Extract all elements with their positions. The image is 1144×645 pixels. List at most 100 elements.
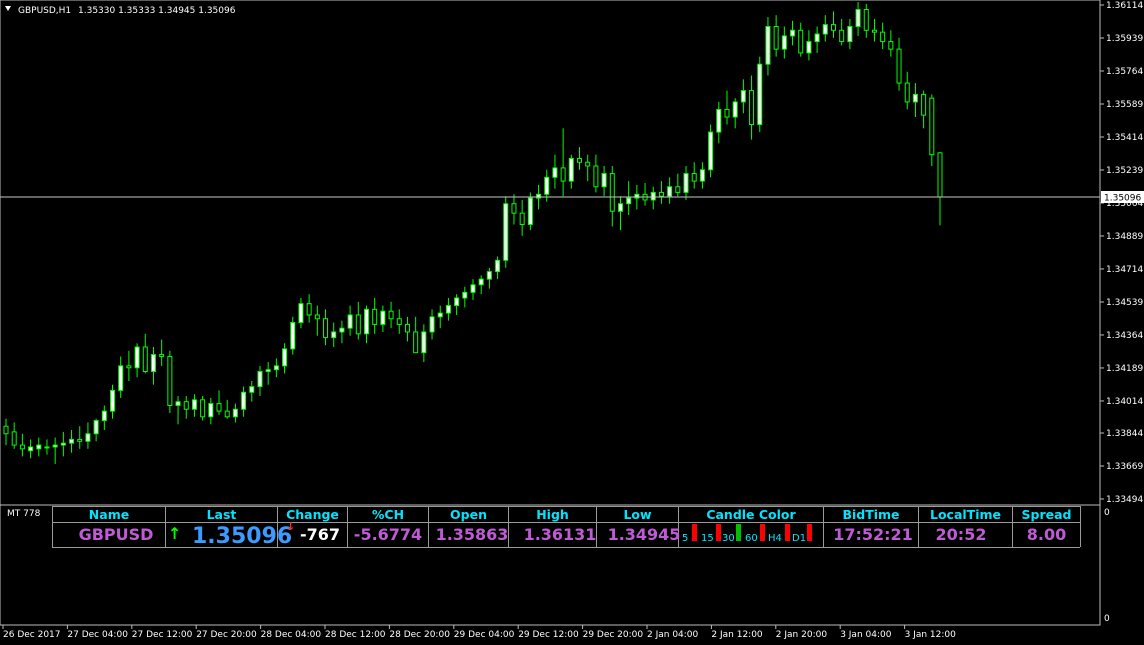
- candle-body: [298, 303, 304, 324]
- time-tick-label: 2 Jan 04:00: [647, 630, 699, 640]
- candle-color-60-bar: [760, 524, 765, 541]
- time-tick-label: 28 Dec 12:00: [325, 630, 386, 640]
- candle-body: [273, 365, 279, 371]
- candle: [3, 418, 9, 446]
- candle-body: [749, 90, 755, 126]
- candle-body: [716, 108, 722, 133]
- header-local-time: LocalTime: [930, 507, 1001, 522]
- header-open: Open: [450, 507, 487, 522]
- candle: [44, 439, 50, 455]
- candle-body: [863, 9, 869, 31]
- candle: [60, 431, 66, 457]
- candle: [790, 20, 796, 46]
- candle: [626, 181, 632, 216]
- candle-body: [609, 173, 615, 212]
- candle-body: [552, 167, 558, 178]
- candle-body: [28, 446, 34, 452]
- candle: [52, 437, 58, 464]
- candle-body: [683, 173, 689, 193]
- candle-body: [708, 131, 714, 171]
- candle: [323, 309, 329, 346]
- candle-body: [667, 186, 673, 197]
- candle: [880, 22, 886, 50]
- time-tick-label: 27 Dec 12:00: [132, 630, 193, 640]
- candle-body: [478, 278, 484, 286]
- value-local-time: 20:52: [935, 525, 987, 544]
- candle-body: [511, 203, 517, 214]
- candle: [150, 347, 156, 385]
- candle-body: [175, 401, 181, 406]
- candle: [265, 362, 271, 385]
- time-tick-label: 27 Dec 04:00: [67, 630, 128, 640]
- candle-color-h4-label: H4: [768, 533, 782, 544]
- candle: [110, 384, 116, 419]
- candle: [19, 433, 25, 457]
- candle-body: [77, 438, 83, 442]
- candle: [708, 124, 714, 178]
- chart-menu-triangle-icon[interactable]: [5, 6, 11, 11]
- candle-body: [454, 297, 460, 307]
- candle-body: [806, 41, 812, 54]
- candle: [191, 394, 197, 417]
- time-tick-label: 2 Jan 12:00: [711, 630, 763, 640]
- candle: [511, 194, 517, 225]
- price-chart[interactable]: 1.36114 1.35939 1.35764 1.35589 1.35414 1.352…: [0, 0, 1144, 645]
- candle: [249, 380, 255, 402]
- indicator-scale-top: 0: [1104, 508, 1110, 518]
- candle-body: [617, 203, 623, 212]
- candle: [404, 316, 410, 342]
- candle: [339, 320, 345, 344]
- candle-body: [732, 101, 738, 118]
- candle-body: [347, 314, 353, 329]
- candle-body: [888, 41, 894, 50]
- value-pct-change: -5.6774: [353, 525, 423, 544]
- candle: [798, 22, 804, 57]
- candle-body: [822, 24, 828, 35]
- candle-body: [101, 410, 107, 422]
- candle: [617, 196, 623, 231]
- candle-body: [44, 446, 50, 449]
- candle-body: [159, 354, 165, 357]
- candle-body: [331, 331, 337, 339]
- candle: [871, 18, 877, 42]
- candle-body: [388, 310, 394, 320]
- candle: [601, 166, 607, 197]
- candle-body: [437, 312, 443, 318]
- candle: [552, 154, 558, 189]
- candle-body: [421, 331, 427, 354]
- candle: [486, 267, 492, 289]
- candle-body: [495, 259, 501, 273]
- value-change: -767: [299, 525, 341, 544]
- candle: [11, 422, 17, 449]
- candle-body: [60, 442, 66, 446]
- candle-body: [167, 355, 173, 406]
- header-low: Low: [623, 507, 652, 522]
- candle: [683, 166, 689, 200]
- candle: [495, 256, 501, 280]
- candle-body: [69, 438, 75, 444]
- price-tick-label: 1.34714: [1106, 265, 1143, 275]
- value-open: 1.35863: [435, 525, 509, 544]
- candle: [577, 147, 583, 170]
- current-price-tag: 1.35096: [1104, 194, 1141, 204]
- price-tick-label: 1.35939: [1106, 34, 1143, 44]
- candle-body: [118, 365, 124, 391]
- candle: [208, 397, 214, 425]
- candle: [445, 298, 451, 321]
- candle: [527, 192, 533, 231]
- time-tick-label: 2 Jan 20:00: [776, 630, 828, 640]
- candle: [429, 309, 435, 340]
- candle: [863, 3, 869, 38]
- candle-body: [773, 25, 779, 50]
- price-tick-label: 1.33669: [1106, 462, 1143, 472]
- candle-body: [871, 29, 877, 33]
- candle-body: [781, 35, 787, 50]
- candle-body: [904, 82, 910, 103]
- price-tick-label: 1.36114: [1106, 1, 1143, 11]
- price-tick-label: 1.35764: [1106, 67, 1143, 77]
- candle-body: [486, 271, 492, 280]
- candle: [765, 17, 771, 76]
- candle-body: [306, 303, 312, 316]
- candle: [314, 305, 320, 336]
- candle-body: [413, 331, 419, 354]
